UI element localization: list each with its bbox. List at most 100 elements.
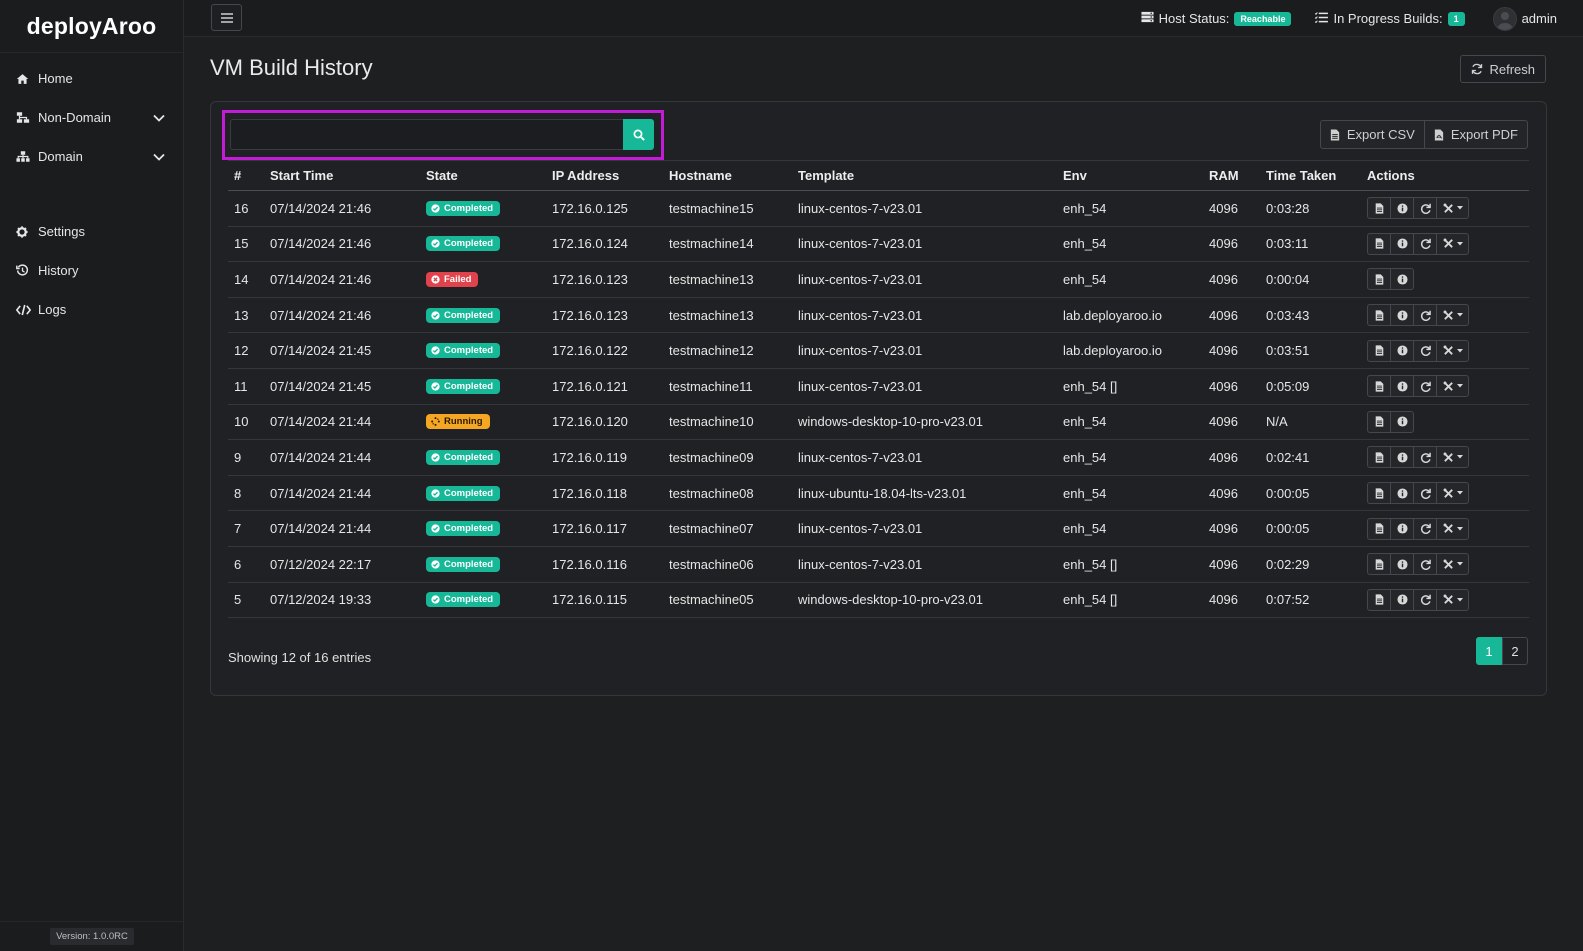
details-button[interactable]: [1390, 410, 1414, 433]
sidebar-item-settings[interactable]: Settings: [0, 212, 183, 251]
tools-dropdown-button[interactable]: [1436, 375, 1469, 398]
column-header-template[interactable]: Template: [792, 160, 1057, 191]
chevron-down-icon[interactable]: [153, 153, 167, 161]
view-log-button[interactable]: [1367, 588, 1391, 611]
file-icon: [1375, 381, 1383, 392]
status-badge: Completed: [426, 556, 501, 572]
tools-dropdown-button[interactable]: [1436, 588, 1469, 611]
view-log-button[interactable]: [1367, 268, 1391, 291]
rebuild-button[interactable]: [1413, 339, 1437, 362]
cell-template: linux-centos-7-v23.01: [792, 190, 1057, 227]
details-button[interactable]: [1390, 446, 1414, 469]
rebuild-button[interactable]: [1413, 304, 1437, 327]
page-button-1[interactable]: 1: [1476, 637, 1502, 665]
rebuild-button[interactable]: [1413, 375, 1437, 398]
cell-start-time: 07/14/2024 21:44: [264, 510, 420, 547]
user-menu[interactable]: admin: [1492, 6, 1557, 31]
column-header-id[interactable]: #: [228, 160, 264, 191]
column-header-state[interactable]: State: [420, 160, 546, 191]
table-row: 14 07/14/2024 21:46 Failed 172.16.0.123 test…: [228, 261, 1529, 298]
details-button[interactable]: [1390, 339, 1414, 362]
rebuild-button[interactable]: [1413, 588, 1437, 611]
status-badge: Completed: [426, 343, 501, 359]
cell-state: Completed: [420, 582, 546, 619]
table-body: 16 07/14/2024 21:46 Completed 172.16.0.125 t…: [228, 190, 1529, 619]
search-input[interactable]: [230, 119, 623, 150]
export-pdf-button[interactable]: Export PDF: [1423, 120, 1528, 149]
column-header-start-time[interactable]: Start Time: [264, 160, 420, 191]
details-button[interactable]: [1390, 375, 1414, 398]
column-header-time-taken[interactable]: Time Taken: [1260, 160, 1361, 191]
table-row: 9 07/14/2024 21:44 Completed 172.16.0.119 te…: [228, 439, 1529, 476]
chevron-down-icon[interactable]: [153, 114, 167, 122]
tools-dropdown-button[interactable]: [1436, 482, 1469, 505]
tools-dropdown-button[interactable]: [1436, 446, 1469, 469]
view-log-button[interactable]: [1367, 446, 1391, 469]
rebuild-button[interactable]: [1413, 482, 1437, 505]
cell-id: 8: [228, 475, 264, 512]
sidebar-item-logs[interactable]: Logs: [0, 290, 183, 329]
sidebar-item-non-domain[interactable]: Non-Domain: [0, 98, 183, 137]
view-log-button[interactable]: [1367, 553, 1391, 576]
view-log-button[interactable]: [1367, 375, 1391, 398]
details-button[interactable]: [1390, 268, 1414, 291]
page-button-2[interactable]: 2: [1502, 637, 1528, 665]
row-actions: [1367, 304, 1523, 327]
cell-template: linux-centos-7-v23.01: [792, 297, 1057, 334]
file-icon: [1375, 238, 1383, 249]
column-header-ram[interactable]: RAM: [1203, 160, 1260, 191]
tools-dropdown-button[interactable]: [1436, 339, 1469, 362]
export-pdf-label: Export PDF: [1450, 127, 1518, 142]
cell-start-time: 07/14/2024 21:46: [264, 297, 420, 334]
details-button[interactable]: [1390, 553, 1414, 576]
sidebar-item-domain[interactable]: Domain: [0, 137, 183, 176]
column-header-ip-address[interactable]: IP Address: [546, 160, 663, 191]
view-log-button[interactable]: [1367, 304, 1391, 327]
view-log-button[interactable]: [1367, 517, 1391, 540]
sidebar-item-home[interactable]: Home: [0, 59, 183, 98]
refresh-button[interactable]: Refresh: [1460, 55, 1546, 83]
rebuild-button[interactable]: [1413, 517, 1437, 540]
rebuild-button[interactable]: [1413, 197, 1437, 220]
rebuild-button[interactable]: [1413, 232, 1437, 255]
column-header-actions: Actions: [1361, 160, 1529, 191]
column-header-env[interactable]: Env: [1057, 160, 1203, 191]
view-log-button[interactable]: [1367, 232, 1391, 255]
view-log-button[interactable]: [1367, 410, 1391, 433]
file-icon: [1375, 559, 1383, 570]
export-csv-button[interactable]: Export CSV: [1319, 120, 1424, 149]
cell-hostname: testmachine05: [663, 582, 792, 619]
cell-ram: 4096: [1203, 475, 1260, 512]
search-button[interactable]: [623, 119, 654, 150]
app-logo[interactable]: deployAroo: [0, 0, 183, 53]
details-button[interactable]: [1390, 517, 1414, 540]
tools-icon: [1443, 381, 1453, 391]
column-header-hostname[interactable]: Hostname: [663, 160, 792, 191]
tools-dropdown-button[interactable]: [1436, 232, 1469, 255]
cell-state: Running: [420, 404, 546, 441]
details-button[interactable]: [1390, 304, 1414, 327]
tools-dropdown-button[interactable]: [1436, 553, 1469, 576]
cell-time-taken: N/A: [1260, 404, 1361, 441]
tools-dropdown-button[interactable]: [1436, 197, 1469, 220]
rebuild-icon: [1420, 345, 1431, 357]
details-button[interactable]: [1390, 232, 1414, 255]
table-row: 13 07/14/2024 21:46 Completed 172.16.0.123 t…: [228, 297, 1529, 334]
details-button[interactable]: [1390, 588, 1414, 611]
tools-dropdown-button[interactable]: [1436, 517, 1469, 540]
details-button[interactable]: [1390, 482, 1414, 505]
view-log-button[interactable]: [1367, 482, 1391, 505]
caret-down-icon: [1456, 455, 1463, 459]
check-circle-icon: [431, 204, 440, 213]
rebuild-button[interactable]: [1413, 553, 1437, 576]
menu-toggle-button[interactable]: [211, 4, 242, 31]
view-log-button[interactable]: [1367, 197, 1391, 220]
cell-template: linux-centos-7-v23.01: [792, 226, 1057, 263]
sidebar-item-history[interactable]: History: [0, 251, 183, 290]
tools-dropdown-button[interactable]: [1436, 304, 1469, 327]
details-button[interactable]: [1390, 197, 1414, 220]
view-log-button[interactable]: [1367, 339, 1391, 362]
cell-template: linux-centos-7-v23.01: [792, 439, 1057, 476]
cell-start-time: 07/14/2024 21:46: [264, 261, 420, 298]
rebuild-button[interactable]: [1413, 446, 1437, 469]
